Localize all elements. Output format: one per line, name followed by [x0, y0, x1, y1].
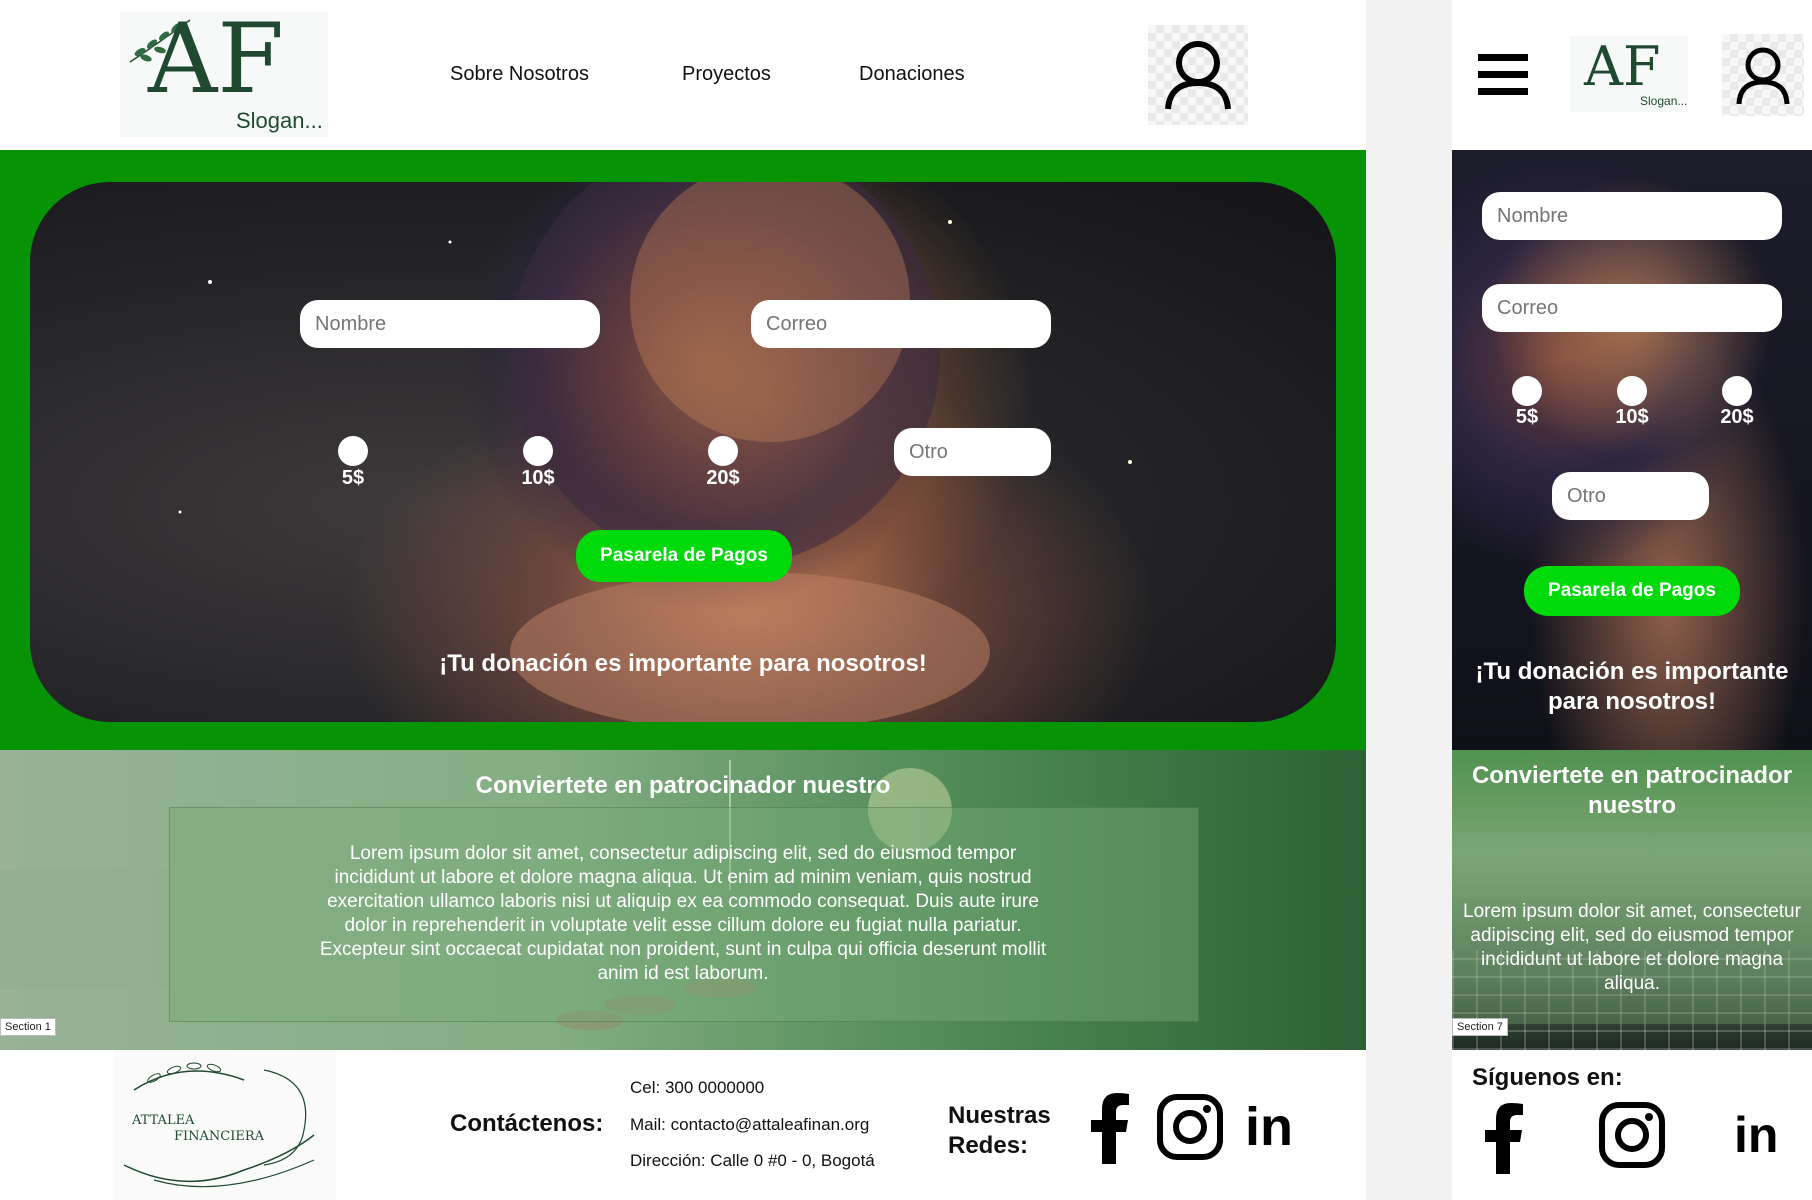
mobile-section-tag: Section 7	[1452, 1018, 1508, 1036]
amount-20-label: 20$	[706, 467, 740, 489]
footer: ATTALEA FINANCIERA Contáctenos: Cel: 300…	[0, 1050, 1366, 1200]
email-field[interactable]	[751, 300, 1051, 348]
earth-hands-image	[178, 182, 1132, 722]
mobile-linkedin-icon[interactable]: in	[1734, 1106, 1778, 1164]
mobile-footer: Síguenos en: in	[1452, 1050, 1812, 1200]
brand-logo[interactable]: AF Slogan...	[120, 4, 328, 137]
mobile-amount-20-radio[interactable]	[1722, 376, 1752, 406]
mobile-amount-5-label: 5$	[1515, 406, 1539, 428]
social-label-line1: Nuestras	[948, 1102, 1051, 1129]
user-account-button[interactable]	[1148, 25, 1248, 125]
donation-message: ¡Tu donación es importante para nosotros…	[439, 650, 927, 677]
mobile-brand-logo[interactable]: AF Slogan...	[1570, 35, 1688, 112]
mobile-frame: AF Slogan... 5$ 10$ 20$ Pasarela de Pago…	[1452, 0, 1812, 1200]
user-icon	[1165, 41, 1231, 110]
mobile-donation-section: 5$ 10$ 20$ Pasarela de Pagos ¡Tu donació…	[1452, 150, 1812, 750]
payment-gateway-button[interactable]: Pasarela de Pagos	[576, 530, 792, 582]
contact-address: Dirección: Calle 0 #0 - 0, Bogotá	[630, 1151, 875, 1170]
amount-20-radio[interactable]	[708, 436, 738, 466]
other-amount-field[interactable]	[894, 428, 1051, 476]
mobile-amount-20-label: 20$	[1720, 406, 1754, 428]
mobile-facebook-icon[interactable]	[1482, 1102, 1524, 1174]
amount-5-radio[interactable]	[338, 436, 368, 466]
desktop-frame: AF Slogan... Sobre Nosotros Proyectos Do…	[0, 0, 1366, 1200]
mobile-sponsor-title-line1: Conviertete en patrocinador	[1471, 762, 1793, 789]
nav-sobre-nosotros[interactable]: Sobre Nosotros	[450, 63, 589, 86]
mobile-donation-message-line1: ¡Tu donación es importante	[1475, 658, 1789, 685]
amount-10-radio[interactable]	[523, 436, 553, 466]
sponsor-body: Lorem ipsum dolor sit amet, consectetur …	[319, 843, 1047, 984]
mobile-amount-10-label: 10$	[1615, 406, 1649, 428]
user-icon	[1736, 47, 1790, 105]
contact-phone: Cel: 300 0000000	[630, 1078, 765, 1097]
nav-proyectos[interactable]: Proyectos	[682, 63, 771, 86]
footer-logo-line1: ATTALEA	[132, 1113, 195, 1128]
hamburger-menu-icon[interactable]	[1478, 52, 1528, 96]
facebook-icon[interactable]	[1088, 1092, 1130, 1164]
mobile-email-field[interactable]	[1482, 284, 1782, 332]
sponsor-title: Conviertete en patrocinador nuestro	[475, 772, 891, 799]
footer-logo-line2: FINANCIERA	[174, 1129, 265, 1144]
mobile-amount-5-radio[interactable]	[1512, 376, 1542, 406]
section-tag: Section 1	[0, 1018, 56, 1036]
amount-5-label: 5$	[341, 467, 365, 489]
mobile-other-amount-field[interactable]	[1552, 472, 1709, 520]
mobile-slogan: Slogan...	[1640, 94, 1688, 108]
mobile-user-account-button[interactable]	[1722, 34, 1804, 116]
contact-mail[interactable]: Mail: contacto@attaleafinan.org	[630, 1115, 869, 1135]
mobile-sponsor-body: Lorem ipsum dolor sit amet, consectetur …	[1463, 901, 1801, 994]
mobile-header: AF Slogan...	[1452, 0, 1812, 150]
social-label-line2: Redes:	[948, 1132, 1029, 1159]
mobile-logo-letters: AF	[1584, 35, 1661, 98]
footer-logo: ATTALEA FINANCIERA	[114, 1050, 336, 1200]
mobile-sponsor-section: Conviertete en patrocinador nuestro Lore…	[1452, 750, 1812, 1050]
mobile-payment-gateway-button[interactable]: Pasarela de Pagos	[1524, 566, 1740, 616]
mobile-sponsor-title-line2: nuestro	[1587, 792, 1676, 819]
linkedin-icon[interactable]: in	[1245, 1096, 1293, 1158]
contact-label: Contáctenos:	[450, 1110, 604, 1137]
mobile-amount-10-radio[interactable]	[1617, 376, 1647, 406]
mobile-donation-message-line2: para nosotros!	[1547, 688, 1717, 715]
name-field[interactable]	[300, 300, 600, 348]
amount-10-label: 10$	[521, 467, 555, 489]
logo-letters: AF	[148, 3, 284, 115]
mobile-name-field[interactable]	[1482, 192, 1782, 240]
follow-label: Síguenos en:	[1472, 1064, 1623, 1091]
mobile-instagram-icon[interactable]	[1599, 1102, 1665, 1168]
header: AF Slogan... Sobre Nosotros Proyectos Do…	[0, 0, 1366, 151]
nav-donaciones[interactable]: Donaciones	[859, 63, 965, 86]
slogan: Slogan...	[236, 108, 323, 133]
donation-card: 5$ 10$ 20$ Pasarela de Pagos ¡Tu donació…	[30, 182, 1336, 722]
sponsor-section: Conviertete en patrocinador nuestro Lore…	[0, 750, 1366, 1050]
instagram-icon[interactable]	[1157, 1094, 1223, 1160]
